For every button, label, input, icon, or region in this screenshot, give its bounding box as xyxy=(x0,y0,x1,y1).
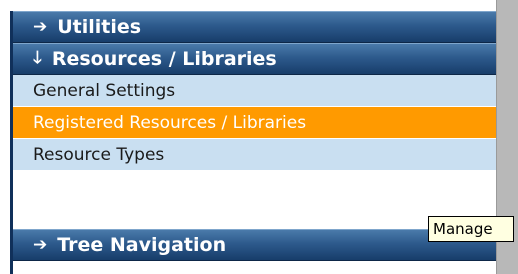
menu-item-registered-resources-libraries[interactable]: Registered Resources / Libraries xyxy=(13,107,496,139)
tooltip: Manage xyxy=(428,216,514,242)
section-header-resources-libraries[interactable]: 🡓 Resources / Libraries xyxy=(13,43,496,75)
section-header-utilities[interactable]: ➔ Utilities xyxy=(13,11,496,43)
arrow-right-icon: ➔ xyxy=(33,17,48,37)
section-header-tree-navigation[interactable]: ➔ Tree Navigation xyxy=(13,229,496,261)
section-header-label: Tree Navigation xyxy=(57,234,227,256)
menu-item-resource-types[interactable]: Resource Types xyxy=(13,139,496,171)
menu-item-general-settings[interactable]: General Settings xyxy=(13,75,496,107)
section-header-label: Utilities xyxy=(57,16,142,38)
navigation-menu: ➔ Utilities 🡓 Resources / Libraries Gene… xyxy=(10,11,496,274)
arrow-right-icon: ➔ xyxy=(33,235,48,255)
section-header-label: Resources / Libraries xyxy=(51,48,277,70)
arrow-down-icon: 🡓 xyxy=(33,47,42,68)
